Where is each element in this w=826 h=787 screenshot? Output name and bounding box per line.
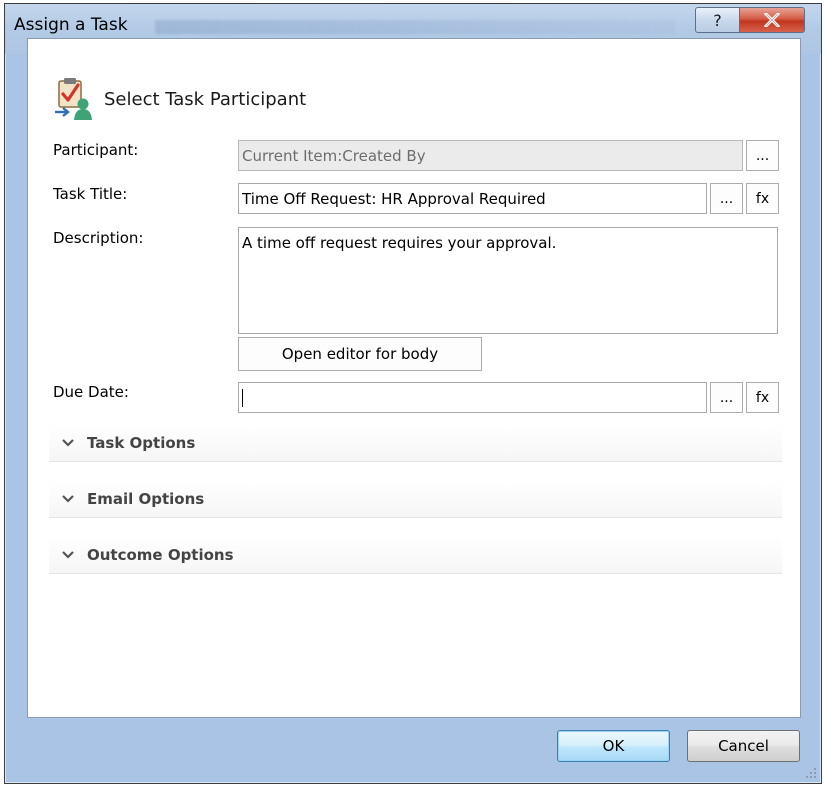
ok-button[interactable]: OK: [557, 730, 670, 762]
open-editor-button[interactable]: Open editor for body: [238, 337, 482, 371]
section-outcome-options[interactable]: Outcome Options: [49, 537, 782, 574]
due-date-label: Due Date:: [53, 383, 129, 401]
participant-input[interactable]: [238, 140, 743, 171]
due-date-formula-button[interactable]: fx: [746, 382, 779, 413]
chevron-down-icon: [62, 495, 74, 503]
help-button[interactable]: ?: [695, 7, 740, 33]
chevron-down-icon: [62, 551, 74, 559]
participant-browse-button[interactable]: ...: [746, 140, 779, 171]
background-window-text: [155, 20, 675, 34]
task-title-input[interactable]: [238, 183, 707, 214]
section-label: Outcome Options: [87, 546, 234, 564]
task-title-label: Task Title:: [53, 185, 128, 203]
due-date-input[interactable]: [238, 382, 707, 413]
header-title: Select Task Participant: [104, 89, 307, 110]
dialog-window: Assign a Task ? Select Task Participant …: [4, 3, 822, 784]
resize-grip-icon[interactable]: [805, 767, 817, 779]
description-textarea[interactable]: A time off request requires your approva…: [238, 227, 778, 334]
section-email-options[interactable]: Email Options: [49, 481, 782, 518]
close-button[interactable]: [739, 7, 805, 33]
cancel-button[interactable]: Cancel: [687, 730, 800, 762]
task-title-browse-button[interactable]: ...: [710, 183, 743, 214]
window-title: Assign a Task: [14, 15, 128, 35]
close-x-icon: [764, 13, 780, 27]
due-date-browse-button[interactable]: ...: [710, 382, 743, 413]
participant-label: Participant:: [53, 141, 139, 159]
task-participant-icon: [55, 78, 92, 120]
dialog-content: Select Task Participant Participant: ...…: [27, 38, 801, 718]
description-label: Description:: [53, 229, 144, 247]
task-title-formula-button[interactable]: fx: [746, 183, 779, 214]
section-task-options[interactable]: Task Options: [49, 425, 782, 462]
section-label: Task Options: [87, 434, 196, 452]
section-label: Email Options: [87, 490, 205, 508]
chevron-down-icon: [62, 439, 74, 447]
help-icon: ?: [713, 10, 722, 30]
text-caret: [242, 389, 243, 407]
